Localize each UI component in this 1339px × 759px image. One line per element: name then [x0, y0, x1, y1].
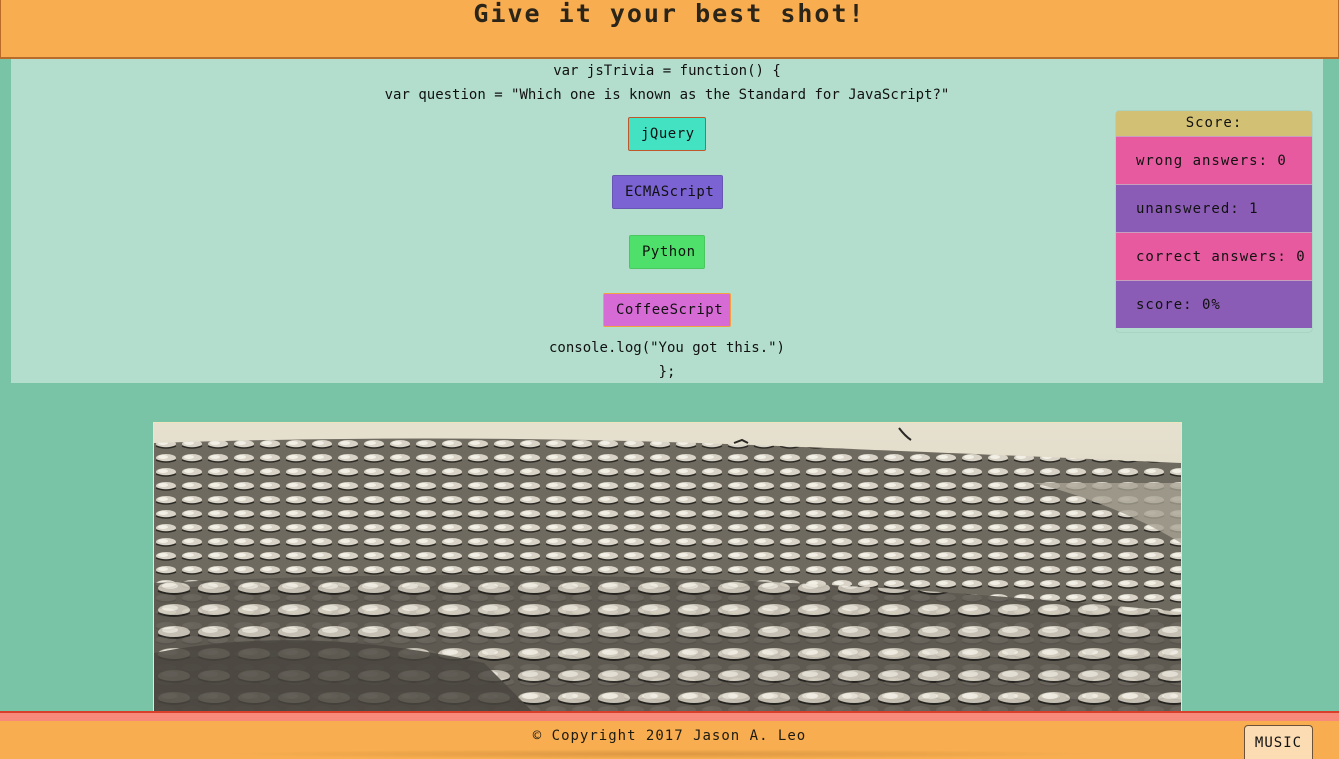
wrong-answers-count: wrong answers: 0 — [1116, 136, 1312, 184]
code-open-line: var jsTrivia = function() { — [553, 63, 781, 79]
page-footer: © Copyright 2017 Jason A. Leo — [0, 721, 1339, 759]
scoreboard: Score: wrong answers: 0 unanswered: 1 co… — [1116, 111, 1312, 332]
score-header: Score: — [1116, 111, 1312, 136]
correct-answers-count: correct answers: 0 — [1116, 232, 1312, 280]
code-log-line: console.log("You got this.") — [548, 340, 785, 356]
music-toggle-button[interactable]: MUSIC — [1244, 725, 1313, 759]
pelican-colony-photo — [153, 422, 1182, 714]
unanswered-count: unanswered: 1 — [1116, 184, 1312, 232]
footer-divider — [0, 711, 1339, 721]
copyright-text: © Copyright 2017 Jason A. Leo — [532, 728, 807, 744]
question-text: var question = "Which one is known as th… — [384, 87, 950, 103]
score-percent: score: 0% — [1116, 280, 1312, 328]
answer-button-python[interactable]: Python — [629, 235, 705, 269]
page-header: Give it your best shot! — [0, 0, 1339, 59]
answer-button-ecmascript[interactable]: ECMAScript — [612, 175, 723, 209]
answer-button-jquery[interactable]: jQuery — [628, 117, 706, 151]
page-title: Give it your best shot! — [473, 0, 866, 28]
code-close-line: }; — [658, 364, 676, 380]
footer-shadow — [210, 749, 1110, 759]
answer-button-coffeescript[interactable]: CoffeeScript — [603, 293, 731, 327]
pelican-photo-illustration — [154, 423, 1181, 713]
